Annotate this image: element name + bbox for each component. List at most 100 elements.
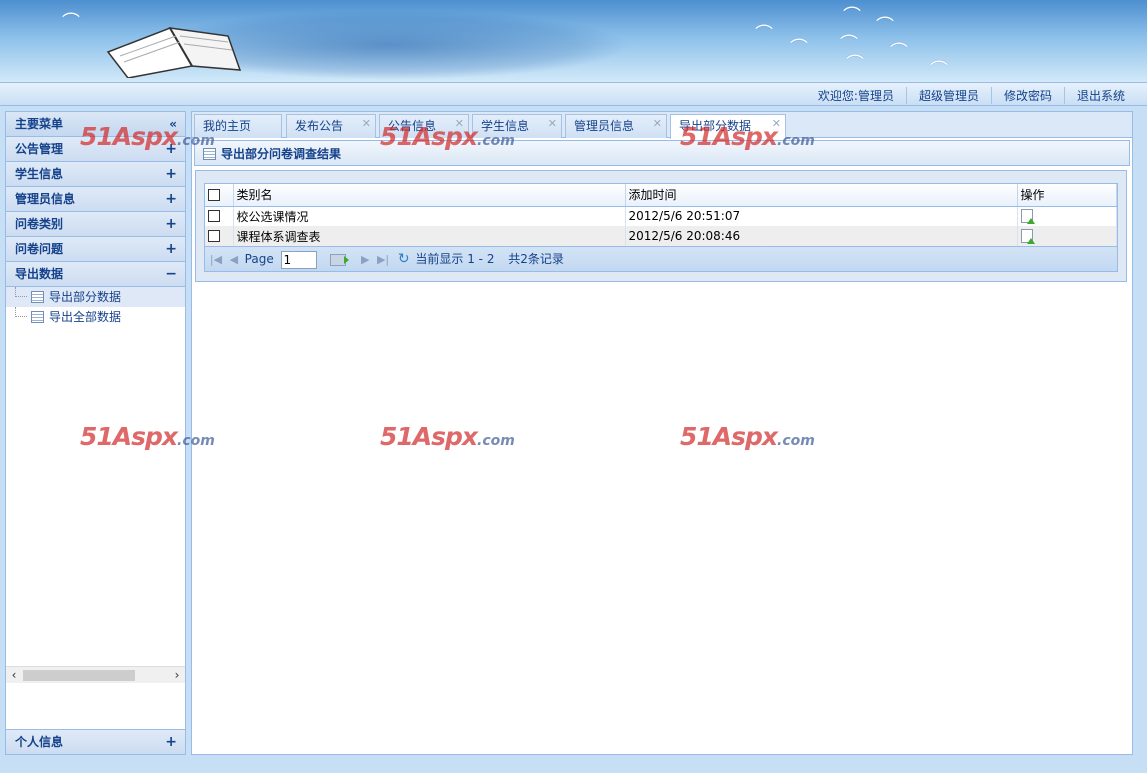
tab-label: 管理员信息 bbox=[574, 119, 635, 133]
close-icon[interactable]: ✕ bbox=[455, 113, 464, 135]
select-all-checkbox[interactable] bbox=[208, 188, 220, 201]
seagull-icon: ⌒ bbox=[790, 38, 808, 59]
logout-link[interactable]: 退出系统 bbox=[1063, 87, 1137, 104]
seagull-icon: ⌒ bbox=[843, 6, 861, 27]
double-chevron-left-icon[interactable]: « bbox=[169, 112, 177, 137]
plus-icon: + bbox=[165, 191, 177, 207]
sidebar-group-label: 导出数据 bbox=[15, 267, 64, 281]
sidebar-group-survey-categories[interactable]: 问卷类别 + bbox=[6, 212, 185, 237]
sidebar-group-admins[interactable]: 管理员信息 + bbox=[6, 187, 185, 212]
tab-export-partial[interactable]: 导出部分数据 ✕ bbox=[670, 114, 786, 139]
plus-icon: + bbox=[165, 216, 177, 232]
total-info: 共2条记录 bbox=[508, 252, 564, 266]
seagull-icon: ⌒ bbox=[755, 24, 773, 45]
seagull-icon: ⌒ bbox=[930, 60, 948, 81]
seagull-icon: ⌒ bbox=[840, 34, 858, 55]
plus-icon: + bbox=[165, 734, 177, 750]
sidebar-group-label: 个人信息 bbox=[15, 735, 64, 749]
table-icon bbox=[31, 311, 44, 323]
cell-name: 校公选课情况 bbox=[233, 206, 626, 226]
tab-label: 我的主页 bbox=[203, 119, 252, 133]
plus-icon: + bbox=[165, 241, 177, 257]
scrollbar-thumb[interactable] bbox=[23, 670, 135, 681]
pagination-bar: |◀ ◀ Page 1 ▶ ▶| ↻ 当前显示 1 - 2 共2条记录 bbox=[205, 246, 1117, 271]
tab-label: 发布公告 bbox=[295, 119, 344, 133]
data-grid: 类别名 添加时间 操作 校公选课情况 2012/5/6 20:51:07 课程体… bbox=[204, 183, 1118, 272]
sidebar-group-label: 问卷类别 bbox=[15, 217, 64, 231]
sidebar-group-survey-questions[interactable]: 问卷问题 + bbox=[6, 237, 185, 262]
export-tree: 导出部分数据 导出全部数据 ‹ › bbox=[6, 287, 185, 683]
header-banner: ⌒ ⌒ ⌒ ⌒ ⌒ ⌒ ⌒ ⌒ ⌒ bbox=[0, 0, 1147, 82]
plus-icon: + bbox=[165, 166, 177, 182]
tab-strip: 我的主页 发布公告 ✕ 公告信息 ✕ 学生信息 ✕ 管理员信息 ✕ 导出部分数据… bbox=[192, 112, 1132, 139]
next-page-icon[interactable]: ▶ bbox=[358, 247, 372, 272]
sidebar-title: 主要菜单 bbox=[15, 117, 64, 131]
close-icon[interactable]: ✕ bbox=[772, 113, 781, 135]
sidebar-header: 主要菜单 « bbox=[6, 112, 185, 137]
user-links: 欢迎您:管理员 超级管理员 修改密码 退出系统 bbox=[806, 87, 1137, 104]
scroll-right-icon[interactable]: › bbox=[169, 667, 185, 684]
select-all-cell bbox=[205, 184, 234, 207]
tree-item-label: 导出部分数据 bbox=[49, 290, 122, 304]
tab-announcement-info[interactable]: 公告信息 ✕ bbox=[379, 114, 469, 138]
sidebar-group-students[interactable]: 学生信息 + bbox=[6, 162, 185, 187]
close-icon[interactable]: ✕ bbox=[653, 113, 662, 135]
cell-name: 课程体系调查表 bbox=[233, 226, 626, 246]
column-header-time[interactable]: 添加时间 bbox=[625, 184, 1018, 207]
tree-item-label: 导出全部数据 bbox=[49, 310, 122, 324]
book-logo bbox=[106, 27, 242, 78]
first-page-icon[interactable]: |◀ bbox=[209, 247, 223, 272]
seagull-icon: ⌒ bbox=[846, 54, 864, 75]
scroll-left-icon[interactable]: ‹ bbox=[6, 667, 22, 684]
refresh-icon[interactable]: ↻ bbox=[398, 247, 410, 272]
seagull-icon: ⌒ bbox=[890, 42, 908, 63]
main-content: 我的主页 发布公告 ✕ 公告信息 ✕ 学生信息 ✕ 管理员信息 ✕ 导出部分数据… bbox=[191, 111, 1133, 755]
sidebar-group-export[interactable]: 导出数据 − bbox=[6, 262, 185, 287]
top-bar: 欢迎您:管理员 超级管理员 修改密码 退出系统 bbox=[0, 82, 1147, 106]
horizontal-scrollbar[interactable]: ‹ › bbox=[6, 666, 185, 683]
sidebar: 主要菜单 « 公告管理 + 学生信息 + 管理员信息 + 问卷类别 + 问卷问题… bbox=[5, 111, 186, 755]
tree-item-export-all[interactable]: 导出全部数据 bbox=[6, 307, 185, 327]
go-page-icon[interactable] bbox=[330, 253, 350, 266]
sidebar-group-label: 管理员信息 bbox=[15, 192, 76, 206]
export-document-icon[interactable] bbox=[1020, 229, 1035, 244]
seagull-icon: ⌒ bbox=[876, 16, 894, 37]
grid-container: 类别名 添加时间 操作 校公选课情况 2012/5/6 20:51:07 课程体… bbox=[195, 170, 1127, 282]
tab-label: 导出部分数据 bbox=[679, 119, 752, 133]
page-label: Page bbox=[244, 252, 274, 266]
tree-item-export-partial[interactable]: 导出部分数据 bbox=[6, 287, 185, 307]
tab-label: 公告信息 bbox=[388, 119, 437, 133]
seagull-icon: ⌒ bbox=[62, 12, 80, 33]
tab-home[interactable]: 我的主页 bbox=[194, 114, 282, 138]
column-header-action[interactable]: 操作 bbox=[1017, 184, 1117, 207]
panel-title-bar: 导出部分问卷调查结果 bbox=[194, 140, 1130, 166]
welcome-text: 欢迎您:管理员 bbox=[817, 89, 894, 103]
page-number-input[interactable]: 1 bbox=[280, 250, 317, 269]
table-icon bbox=[203, 148, 216, 160]
row-checkbox[interactable] bbox=[208, 210, 220, 223]
export-document-icon[interactable] bbox=[1020, 209, 1035, 225]
sidebar-group-personal-info[interactable]: 个人信息 + bbox=[6, 729, 185, 754]
close-icon[interactable]: ✕ bbox=[362, 113, 371, 135]
close-icon[interactable]: ✕ bbox=[548, 113, 557, 135]
tab-publish-announcement[interactable]: 发布公告 ✕ bbox=[286, 114, 376, 138]
column-header-name[interactable]: 类别名 bbox=[233, 184, 626, 207]
panel-title: 导出部分问卷调查结果 bbox=[221, 147, 342, 161]
row-checkbox[interactable] bbox=[208, 230, 220, 242]
minus-icon: − bbox=[165, 266, 177, 282]
tab-student-info[interactable]: 学生信息 ✕ bbox=[472, 114, 562, 138]
sidebar-group-announcements[interactable]: 公告管理 + bbox=[6, 137, 185, 162]
tab-admin-info[interactable]: 管理员信息 ✕ bbox=[565, 114, 667, 138]
table-icon bbox=[31, 291, 44, 303]
prev-page-icon[interactable]: ◀ bbox=[227, 247, 241, 272]
cell-time: 2012/5/6 20:08:46 bbox=[625, 226, 1018, 246]
role-link[interactable]: 超级管理员 bbox=[905, 87, 991, 104]
cell-time: 2012/5/6 20:51:07 bbox=[625, 206, 1018, 226]
sidebar-group-label: 公告管理 bbox=[15, 142, 64, 156]
table-row[interactable]: 校公选课情况 2012/5/6 20:51:07 bbox=[205, 206, 1117, 226]
last-page-icon[interactable]: ▶| bbox=[376, 247, 390, 272]
change-password-link[interactable]: 修改密码 bbox=[990, 87, 1064, 104]
grid-header-row: 类别名 添加时间 操作 bbox=[205, 184, 1117, 207]
sidebar-group-label: 问卷问题 bbox=[15, 242, 64, 256]
table-row[interactable]: 课程体系调查表 2012/5/6 20:08:46 bbox=[205, 226, 1117, 246]
